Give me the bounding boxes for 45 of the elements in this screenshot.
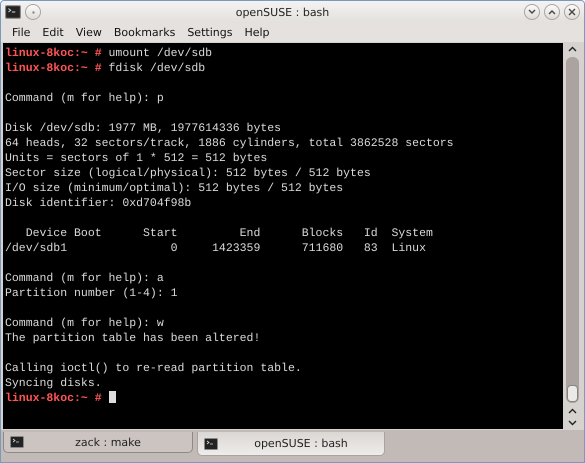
terminal-icon — [204, 438, 218, 450]
output-line: Command (m for help): a — [5, 272, 164, 285]
shell-prompt: linux-8koc:~ # — [5, 392, 102, 405]
session-tab[interactable]: zack : make — [3, 432, 193, 453]
command-text: umount /dev/sdb — [108, 47, 212, 60]
scrollbar-thumb[interactable] — [567, 385, 578, 402]
shell-prompt: linux-8koc:~ # — [5, 47, 102, 60]
output-line: Partition number (1-4): 1 — [5, 287, 178, 300]
command-text: fdisk /dev/sdb — [108, 62, 206, 75]
menu-item[interactable]: View — [70, 26, 108, 39]
output-line: Device Boot Start End Blocks Id System — [24, 227, 433, 240]
maximize-button[interactable] — [544, 4, 560, 20]
output-line: 64 heads, 32 sectors/track, 1886 cylinders, total 3862528 sectors — [5, 137, 454, 150]
scrollbar-track[interactable] — [566, 57, 579, 403]
output-line: Disk /dev/sdb: 1977 MB, 1977614336 bytes — [5, 122, 282, 135]
menu-item[interactable]: File — [6, 26, 36, 39]
shell-prompt: linux-8koc:~ # — [5, 62, 102, 75]
output-line: /dev/sdb1 0 1423359 711680 83 Linux — [5, 242, 426, 255]
session-tab[interactable]: openSUSE : bash — [197, 432, 385, 456]
output-line: The partition table has been altered! — [5, 332, 260, 345]
output-line: I/O size (minimum/optimal): 512 bytes / 512 bytes — [5, 182, 344, 195]
menu-item[interactable]: Settings — [181, 26, 238, 39]
output-line: Units = sectors of 1 * 512 = 512 bytes — [5, 152, 268, 165]
chevron-up-icon — [568, 408, 577, 414]
output-line: Command (m for help): p — [5, 92, 164, 105]
output-line: Command (m for help): w — [5, 317, 164, 330]
chevron-down-icon — [568, 420, 577, 426]
chevron-up-icon — [568, 46, 577, 52]
menu-item[interactable]: Bookmarks — [108, 26, 182, 39]
minimize-button[interactable] — [524, 4, 540, 20]
output-line: Calling ioctl() to re-read partition table. — [5, 362, 302, 375]
output-line: Syncing disks. — [5, 377, 102, 390]
menu-item[interactable]: Edit — [36, 26, 70, 39]
text-cursor — [108, 391, 116, 403]
dot-icon — [32, 10, 34, 14]
terminal-icon[interactable] — [5, 5, 21, 19]
chevron-up-icon — [548, 9, 556, 15]
window-title: openSUSE : bash — [234, 6, 330, 18]
output-line: Disk identifier: 0xd704f98b — [5, 197, 192, 210]
output-line: Sector size (logical/physical): 512 bytes / 512 bytes — [5, 167, 371, 180]
close-icon — [568, 8, 576, 16]
terminal-icon — [10, 436, 24, 448]
menu-item[interactable]: Help — [238, 26, 276, 39]
close-button[interactable] — [564, 4, 580, 20]
chevron-down-icon — [528, 9, 536, 15]
